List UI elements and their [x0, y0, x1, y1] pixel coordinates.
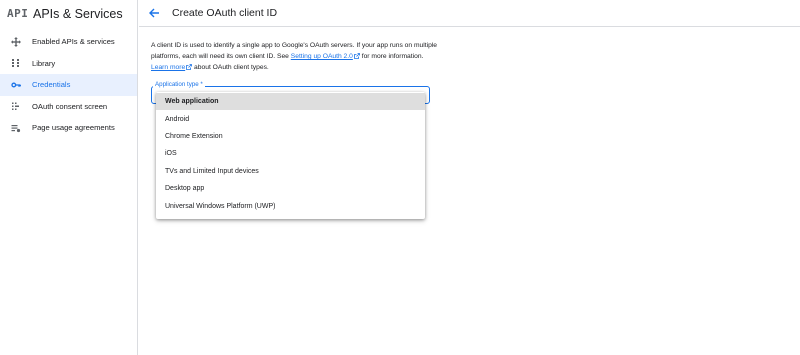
sidebar-item-label: Page usage agreements	[32, 123, 115, 133]
option-tvs-limited-input[interactable]: TVs and Limited Input devices	[156, 163, 425, 180]
key-icon	[11, 80, 21, 90]
option-uwp[interactable]: Universal Windows Platform (UWP)	[156, 197, 425, 214]
api-logo: API	[7, 7, 29, 20]
sidebar-nav: Enabled APIs & services Library Credenti…	[0, 31, 137, 139]
option-chrome-extension[interactable]: Chrome Extension	[156, 128, 425, 145]
sidebar: API APIs & Services Enabled APIs & servi…	[0, 0, 138, 355]
sidebar-header: API APIs & Services	[0, 0, 137, 27]
learn-more-link[interactable]: Learn more	[151, 64, 185, 71]
sidebar-item-credentials[interactable]: Credentials	[0, 74, 137, 96]
app-window: API APIs & Services Enabled APIs & servi…	[0, 0, 800, 355]
sidebar-item-oauth-consent[interactable]: OAuth consent screen	[0, 96, 137, 118]
sidebar-item-page-usage[interactable]: Page usage agreements	[0, 117, 137, 139]
sidebar-title: APIs & Services	[33, 6, 123, 21]
option-web-application[interactable]: Web application	[156, 93, 425, 111]
description-part: for more information.	[359, 53, 424, 61]
description-text: A client ID is used to identify a single…	[151, 40, 441, 74]
option-ios[interactable]: iOS	[156, 145, 425, 162]
description-part: about OAuth client types.	[192, 64, 269, 72]
back-arrow-icon[interactable]	[148, 7, 160, 19]
page-header: Create OAuth client ID	[139, 0, 800, 27]
settings-list-icon	[11, 123, 21, 133]
application-type-label: Application type *	[153, 81, 205, 88]
option-desktop-app[interactable]: Desktop app	[156, 180, 425, 197]
sidebar-item-label: Library	[32, 58, 56, 68]
move-icon	[11, 36, 21, 47]
library-grid-icon	[11, 58, 21, 68]
consent-dots-icon	[11, 101, 21, 111]
application-type-dropdown: Web application Android Chrome Extension…	[156, 92, 425, 219]
sidebar-item-enabled-apis[interactable]: Enabled APIs & services	[0, 31, 137, 53]
page-title: Create OAuth client ID	[172, 7, 278, 19]
sidebar-item-label: Enabled APIs & services	[32, 37, 115, 47]
option-android[interactable]: Android	[156, 110, 425, 127]
sidebar-item-library[interactable]: Library	[0, 53, 137, 75]
sidebar-item-label: OAuth consent screen	[32, 101, 108, 111]
setting-up-oauth-link[interactable]: Setting up OAuth 2.0	[291, 53, 353, 60]
sidebar-item-label: Credentials	[32, 80, 71, 90]
